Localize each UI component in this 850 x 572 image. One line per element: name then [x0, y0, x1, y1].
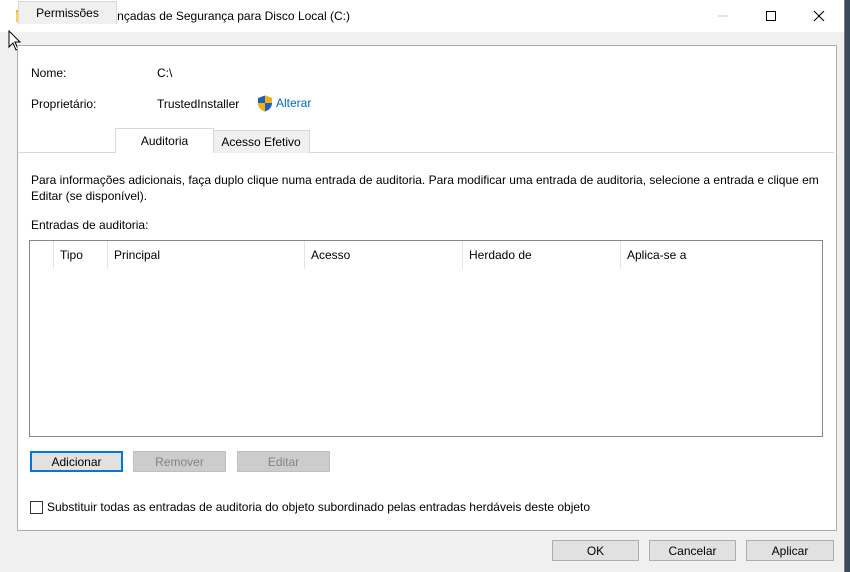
add-button-label: Adicionar	[51, 454, 102, 469]
remove-button[interactable]: Remover	[133, 451, 226, 472]
edit-button-label: Editar	[267, 454, 300, 469]
column-header-aplica-se-a[interactable]: Aplica-se a	[621, 241, 820, 269]
close-button[interactable]	[796, 0, 842, 32]
audit-info-text: Para informações adicionais, faça duplo …	[31, 173, 819, 203]
security-dialog: Definições Avançadas de Segurança para D…	[0, 0, 845, 572]
audit-entries-label: Entradas de auditoria:	[31, 218, 149, 232]
owner-value: TrustedInstaller	[157, 97, 240, 111]
column-header-acesso[interactable]: Acesso	[305, 241, 463, 269]
title-bar: Definições Avançadas de Segurança para D…	[0, 0, 844, 32]
audit-entries-list[interactable]: Tipo Principal Acesso Herdado de Aplica-…	[29, 240, 823, 437]
close-icon	[813, 10, 825, 22]
uac-shield-icon	[258, 95, 272, 112]
column-herdado-label: Herdado de	[469, 248, 532, 262]
minimize-icon	[718, 15, 728, 17]
column-header-principal[interactable]: Principal	[108, 241, 305, 269]
column-principal-label: Principal	[114, 248, 161, 262]
column-aplica-label: Aplica-se a	[627, 248, 687, 262]
tab-permissoes-label: Permissões	[36, 6, 99, 20]
tab-acesso-efetivo[interactable]: Acesso Efetivo	[212, 130, 310, 153]
ok-button-label: OK	[586, 543, 605, 558]
name-label: Nome:	[31, 66, 67, 80]
apply-button[interactable]: Aplicar	[746, 540, 834, 561]
tab-acesso-efetivo-label: Acesso Efetivo	[221, 135, 301, 149]
cancel-button-label: Cancelar	[668, 543, 717, 558]
column-header-blank[interactable]	[30, 241, 54, 269]
change-owner-link[interactable]: Alterar	[276, 96, 311, 110]
remove-button-label: Remover	[155, 454, 204, 469]
tab-auditoria-label: Auditoria	[140, 134, 189, 148]
column-header-tipo[interactable]: Tipo	[54, 241, 108, 269]
minimize-button[interactable]	[700, 0, 746, 32]
edit-button[interactable]: Editar	[237, 451, 330, 472]
apply-button-label: Aplicar	[771, 543, 809, 558]
cancel-button[interactable]: Cancelar	[649, 540, 736, 561]
replace-audit-entries-checkbox[interactable]	[30, 501, 43, 514]
column-tipo-label: Tipo	[60, 248, 83, 262]
maximize-icon	[766, 11, 776, 21]
tab-auditoria[interactable]: Auditoria	[115, 128, 214, 153]
maximize-button[interactable]	[748, 0, 794, 32]
column-acesso-label: Acesso	[311, 248, 351, 262]
column-header-herdado-de[interactable]: Herdado de	[463, 241, 621, 269]
name-value: C:\	[157, 66, 173, 80]
ok-button[interactable]: OK	[552, 540, 639, 561]
owner-label: Proprietário:	[31, 97, 97, 111]
add-button[interactable]: Adicionar	[30, 451, 123, 472]
replace-audit-entries-label[interactable]: Substituir todas as entradas de auditori…	[47, 500, 590, 514]
tab-permissoes[interactable]: Permissões	[18, 1, 117, 24]
